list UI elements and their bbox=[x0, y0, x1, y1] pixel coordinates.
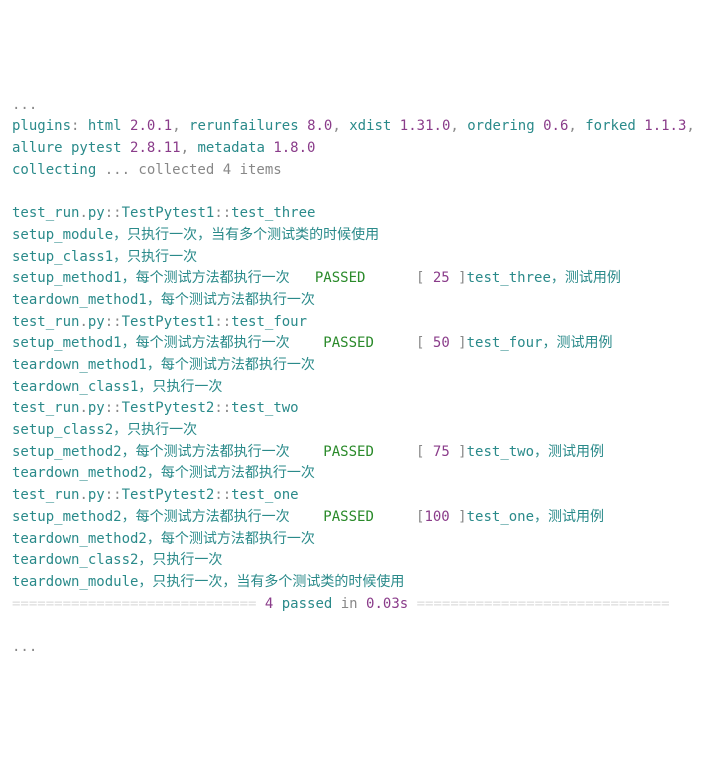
teardown-method: teardown_method2，每个测试方法都执行一次 bbox=[12, 531, 315, 547]
plugin-html-version: 2.0.1 bbox=[130, 118, 172, 134]
test-name: test_one bbox=[231, 487, 298, 503]
test-result-line: setup_method1，每个测试方法都执行一次 PASSED [ 50 ]t… bbox=[12, 333, 709, 355]
test-class: TestPytest1 bbox=[122, 314, 215, 330]
plugin-metadata: metadata bbox=[197, 140, 273, 156]
plugin-ordering-version: 0.6 bbox=[543, 118, 568, 134]
teardown-class: teardown_class2，只执行一次 bbox=[12, 552, 222, 568]
test-file: test_run bbox=[12, 205, 79, 221]
test-ext: py bbox=[88, 400, 105, 416]
test-id-line: test_run.py::TestPytest2::test_one bbox=[12, 485, 709, 507]
collecting-label: collecting bbox=[12, 162, 105, 178]
setup-method: setup_method2，每个测试方法都执行一次 bbox=[12, 509, 323, 525]
summary-time: 0.03s bbox=[366, 596, 408, 612]
teardown-method: teardown_method2，每个测试方法都执行一次 bbox=[12, 465, 315, 481]
passed-label: PASSED bbox=[323, 509, 374, 525]
summary-passed: passed bbox=[273, 596, 340, 612]
test-name: test_two bbox=[231, 400, 298, 416]
test-file: test_run bbox=[12, 487, 79, 503]
test-trail: test_three，测试用例 bbox=[467, 270, 621, 286]
teardown-class-line: teardown_class2，只执行一次 bbox=[12, 550, 709, 572]
plugin-allure-version: 2.8.11 bbox=[130, 140, 181, 156]
terminal-output: ... plugins: html 2.0.1, rerunfailures 8.… bbox=[12, 95, 709, 659]
test-id-line: test_run.py::TestPytest2::test_two bbox=[12, 398, 709, 420]
blank-line-2 bbox=[12, 615, 709, 637]
test-id-line: test_run.py::TestPytest1::test_three bbox=[12, 203, 709, 225]
setup-module-line: setup_module，只执行一次，当有多个测试类的时候使用 bbox=[12, 225, 709, 247]
setup-class: setup_class2，只执行一次 bbox=[12, 422, 197, 438]
test-result-line: setup_method1，每个测试方法都执行一次 PASSED [ 25 ]t… bbox=[12, 268, 709, 290]
test-trail: test_two，测试用例 bbox=[467, 444, 604, 460]
passed-label: PASSED bbox=[323, 444, 374, 460]
setup-method: setup_method1，每个测试方法都执行一次 bbox=[12, 270, 315, 286]
plugins-line: plugins: html 2.0.1, rerunfailures 8.0, … bbox=[12, 116, 709, 159]
test-ext: py bbox=[88, 314, 105, 330]
summary-rule-right: ============================== bbox=[408, 596, 669, 612]
test-class: TestPytest1 bbox=[122, 205, 215, 221]
setup-module: setup_module，只执行一次，当有多个测试类的时候使用 bbox=[12, 227, 379, 243]
teardown-module: teardown_module，只执行一次，当有多个测试类的时候使用 bbox=[12, 574, 404, 590]
progress-pct: 25 bbox=[433, 270, 450, 286]
ellipsis: ... bbox=[12, 97, 37, 113]
passed-label: PASSED bbox=[315, 270, 366, 286]
test-class: TestPytest2 bbox=[122, 487, 215, 503]
test-name: test_four bbox=[231, 314, 307, 330]
ellipsis-line: ... bbox=[12, 95, 709, 117]
plugin-html: html bbox=[88, 118, 130, 134]
plugin-forked-version: 1.1.3 bbox=[644, 118, 686, 134]
plugin-xdist-version: 1.31.0 bbox=[400, 118, 451, 134]
progress-pct: 50 bbox=[433, 335, 450, 351]
summary-rule-left: ============================= bbox=[12, 596, 265, 612]
ellipsis: ... bbox=[12, 639, 37, 655]
collecting-rest: ... collected 4 items bbox=[105, 162, 282, 178]
teardown-method-line: teardown_method1，每个测试方法都执行一次 bbox=[12, 290, 709, 312]
setup-class-line: setup_class2，只执行一次 bbox=[12, 420, 709, 442]
blank-line bbox=[12, 182, 709, 204]
plugin-forked: forked bbox=[585, 118, 644, 134]
test-file: test_run bbox=[12, 400, 79, 416]
test-result-line: setup_method2，每个测试方法都执行一次 PASSED [100 ]t… bbox=[12, 507, 709, 529]
plugin-allure: allure pytest bbox=[12, 140, 130, 156]
test-trail: test_one，测试用例 bbox=[467, 509, 604, 525]
plugin-metadata-version: 1.8.0 bbox=[273, 140, 315, 156]
teardown-method-line: teardown_method1，每个测试方法都执行一次 bbox=[12, 355, 709, 377]
summary-in: in bbox=[341, 596, 366, 612]
teardown-class: teardown_class1，只执行一次 bbox=[12, 379, 222, 395]
test-result-line: setup_method2，每个测试方法都执行一次 PASSED [ 75 ]t… bbox=[12, 442, 709, 464]
test-file: test_run bbox=[12, 314, 79, 330]
ellipsis-line-bottom: ... bbox=[12, 637, 709, 659]
plugin-rerunfailures: rerunfailures bbox=[189, 118, 307, 134]
teardown-method: teardown_method1，每个测试方法都执行一次 bbox=[12, 292, 315, 308]
plugin-ordering: ordering bbox=[467, 118, 543, 134]
test-id-line: test_run.py::TestPytest1::test_four bbox=[12, 312, 709, 334]
test-name: test_three bbox=[231, 205, 315, 221]
test-class: TestPytest2 bbox=[122, 400, 215, 416]
setup-method: setup_method1，每个测试方法都执行一次 bbox=[12, 335, 323, 351]
test-ext: py bbox=[88, 205, 105, 221]
plugin-rerunfailures-version: 8.0 bbox=[307, 118, 332, 134]
summary-line: ============================= 4 passed i… bbox=[12, 594, 709, 616]
teardown-module-line: teardown_module，只执行一次，当有多个测试类的时候使用 bbox=[12, 572, 709, 594]
setup-class-line: setup_class1，只执行一次 bbox=[12, 247, 709, 269]
teardown-class-line: teardown_class1，只执行一次 bbox=[12, 377, 709, 399]
teardown-method: teardown_method1，每个测试方法都执行一次 bbox=[12, 357, 315, 373]
teardown-method-line: teardown_method2，每个测试方法都执行一次 bbox=[12, 529, 709, 551]
plugin-xdist: xdist bbox=[349, 118, 400, 134]
plugins-label: plugins bbox=[12, 118, 71, 134]
collecting-line: collecting ... collected 4 items bbox=[12, 160, 709, 182]
passed-label: PASSED bbox=[323, 335, 374, 351]
test-ext: py bbox=[88, 487, 105, 503]
setup-class: setup_class1，只执行一次 bbox=[12, 249, 197, 265]
setup-method: setup_method2，每个测试方法都执行一次 bbox=[12, 444, 323, 460]
test-trail: test_four，测试用例 bbox=[467, 335, 613, 351]
progress-pct: 75 bbox=[433, 444, 450, 460]
teardown-method-line: teardown_method2，每个测试方法都执行一次 bbox=[12, 463, 709, 485]
progress-pct: 100 bbox=[424, 509, 449, 525]
